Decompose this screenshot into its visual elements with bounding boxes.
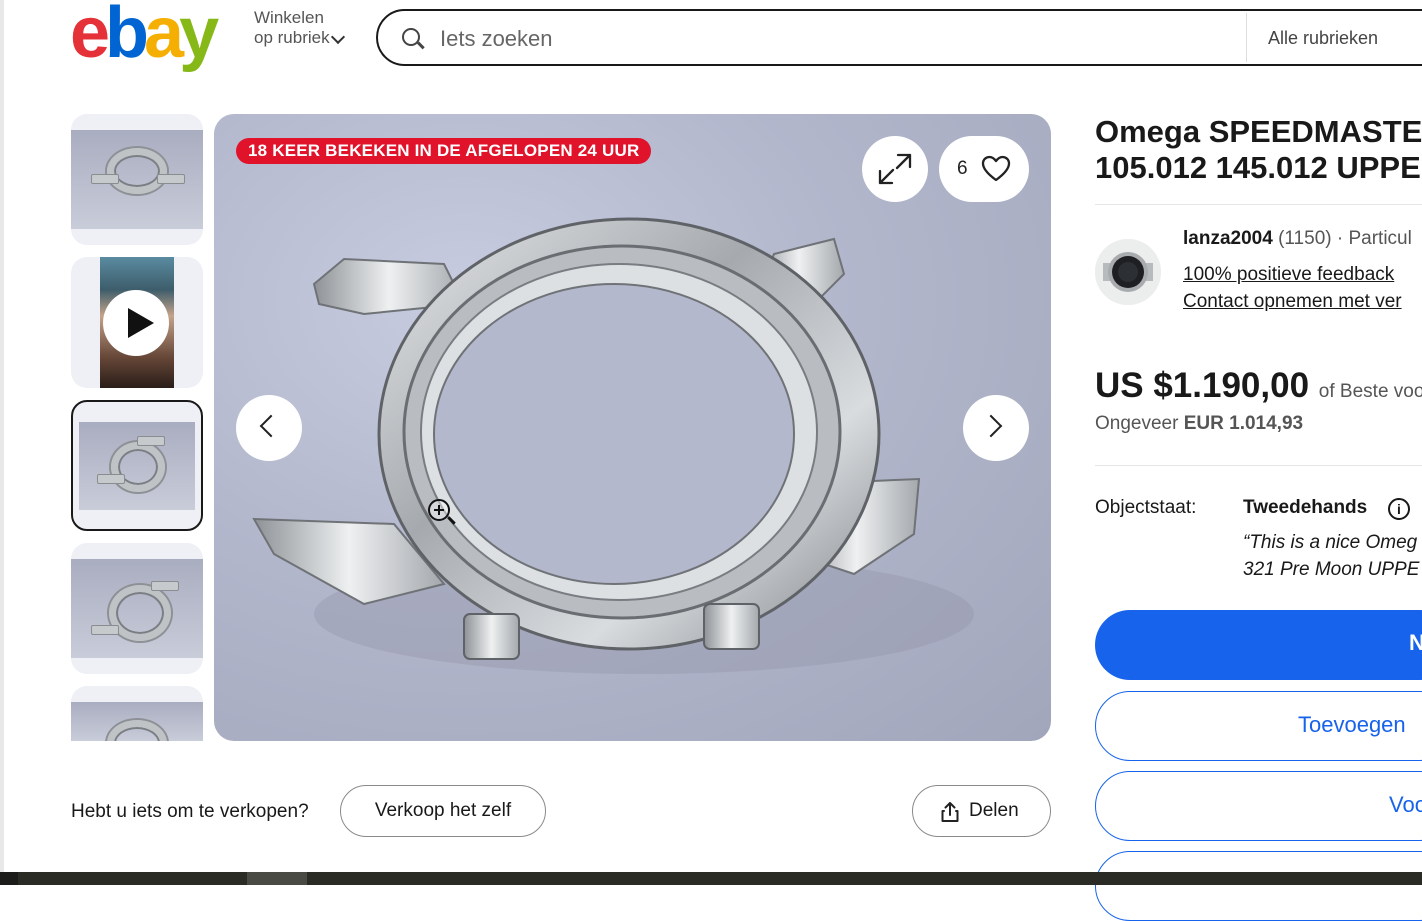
watch-case-photo <box>252 217 974 674</box>
zoom-in-cursor-icon <box>428 499 450 521</box>
watch-lug-image <box>151 581 179 591</box>
condition-value: Tweedehands <box>1243 497 1368 518</box>
thumbnail-5[interactable] <box>71 686 203 741</box>
approx-label: Ongeveer <box>1095 413 1179 434</box>
main-product-image[interactable]: 18 KEER BEKEKEN IN DE AFGELOPEN 24 UUR 6 <box>214 114 1051 741</box>
watch-count: 6 <box>957 158 968 179</box>
watch-lug-image <box>157 174 185 184</box>
seller-watch-avatar-image <box>1095 239 1161 305</box>
seller-name-link[interactable]: lanza2004 <box>1183 228 1273 249</box>
title-line-2: 105.012 145.012 UPPER <box>1095 150 1422 185</box>
taskbar-strip <box>0 872 1422 885</box>
approx-price: Ongeveer EUR 1.014,93 <box>1095 413 1303 435</box>
thumbnail-4[interactable] <box>71 543 203 674</box>
price-block: US $1.190,00 of Beste voor <box>1095 366 1422 406</box>
watch-lug-image <box>91 625 119 635</box>
thumbnail-photo <box>71 702 203 741</box>
buy-now-button[interactable]: N <box>1095 610 1422 680</box>
thumbnail-3-selected[interactable] <box>71 400 203 531</box>
share-label: Delen <box>969 800 1019 821</box>
thumbnail-video[interactable] <box>71 257 203 388</box>
search-icon <box>402 28 420 46</box>
window-edge <box>0 0 4 885</box>
logo-letter-y: y <box>179 0 219 73</box>
watch-case-image <box>111 442 165 492</box>
logo-letter-b: b <box>105 0 149 73</box>
logo-letter-a: a <box>144 0 184 73</box>
category-select[interactable]: Alle rubrieken <box>1268 28 1378 49</box>
watch-listing-button[interactable] <box>1095 851 1422 921</box>
condition-description: “This is a nice Omeg 321 Pre Moon UPPE <box>1243 529 1422 583</box>
search-divider <box>1246 13 1247 62</box>
divider <box>1095 465 1422 466</box>
condition-desc-line-1: “This is a nice Omeg <box>1243 532 1418 553</box>
chevron-left-icon <box>259 414 283 438</box>
share-icon <box>941 802 959 822</box>
contact-seller-link[interactable]: Contact opnemen met ver <box>1183 291 1402 313</box>
seller-avatar[interactable] <box>1095 239 1161 305</box>
approx-value: EUR 1.014,93 <box>1183 413 1304 434</box>
logo-letter-e: e <box>70 0 110 73</box>
price-value: US $1.190,00 <box>1095 366 1310 405</box>
buy-now-label: N <box>1409 630 1422 655</box>
shop-by-category-label: Winkelen op rubriek <box>254 8 330 47</box>
play-icon[interactable] <box>103 290 169 356</box>
watch-lug-image <box>97 474 125 484</box>
watch-lug-image <box>91 174 119 184</box>
condition-desc-line-2: 321 Pre Moon UPPE <box>1243 559 1420 580</box>
seller-info: lanza2004 (1150) · Particul <box>1183 228 1412 250</box>
search-input[interactable] <box>438 21 1222 57</box>
heart-icon <box>981 155 1011 182</box>
add-to-cart-button[interactable]: Toevoegen <box>1095 691 1422 761</box>
taskbar-segment <box>247 872 307 885</box>
watch-case-image <box>107 720 167 741</box>
best-offer-suffix: of Beste voor <box>1318 381 1422 402</box>
make-offer-button[interactable]: Voo <box>1095 771 1422 841</box>
previous-image-button[interactable] <box>236 395 302 461</box>
sell-question: Hebt u iets om te verkopen? <box>71 801 309 822</box>
make-offer-label: Voo <box>1389 792 1422 817</box>
watchlist-button[interactable]: 6 <box>939 136 1029 202</box>
expand-icon <box>878 153 912 185</box>
thumbnail-photo <box>79 422 195 510</box>
search-bar: Alle rubrieken <box>376 9 1422 66</box>
info-icon[interactable]: i <box>1388 498 1410 520</box>
share-button[interactable]: Delen <box>912 785 1051 837</box>
chevron-right-icon <box>979 414 1003 438</box>
positive-feedback-link[interactable]: 100% positieve feedback <box>1183 264 1394 286</box>
thumbnail-photo <box>71 130 203 229</box>
watch-case-image <box>107 148 167 194</box>
add-to-cart-label: Toevoegen <box>1298 712 1406 737</box>
next-image-button[interactable] <box>963 395 1029 461</box>
title-line-1: Omega SPEEDMASTER <box>1095 114 1422 149</box>
shop-by-category-button[interactable]: Winkelen op rubriek <box>254 8 346 68</box>
seller-type: · Particul <box>1336 228 1412 249</box>
views-badge: 18 KEER BEKEKEN IN DE AFGELOPEN 24 UUR <box>236 138 652 164</box>
listing-title: Omega SPEEDMASTER 105.012 145.012 UPPER <box>1095 114 1422 186</box>
thumbnail-photo <box>71 559 203 658</box>
divider <box>1095 204 1422 205</box>
fullscreen-button[interactable] <box>862 136 928 202</box>
watch-lug-image <box>137 436 165 446</box>
condition-label: Objectstaat: <box>1095 497 1197 518</box>
seller-feedback-count: (1150) <box>1278 228 1332 249</box>
sell-it-yourself-button[interactable]: Verkoop het zelf <box>340 785 546 837</box>
taskbar-segment <box>0 872 18 885</box>
thumbnail-1[interactable] <box>71 114 203 245</box>
ebay-logo[interactable]: ebay <box>70 0 219 73</box>
